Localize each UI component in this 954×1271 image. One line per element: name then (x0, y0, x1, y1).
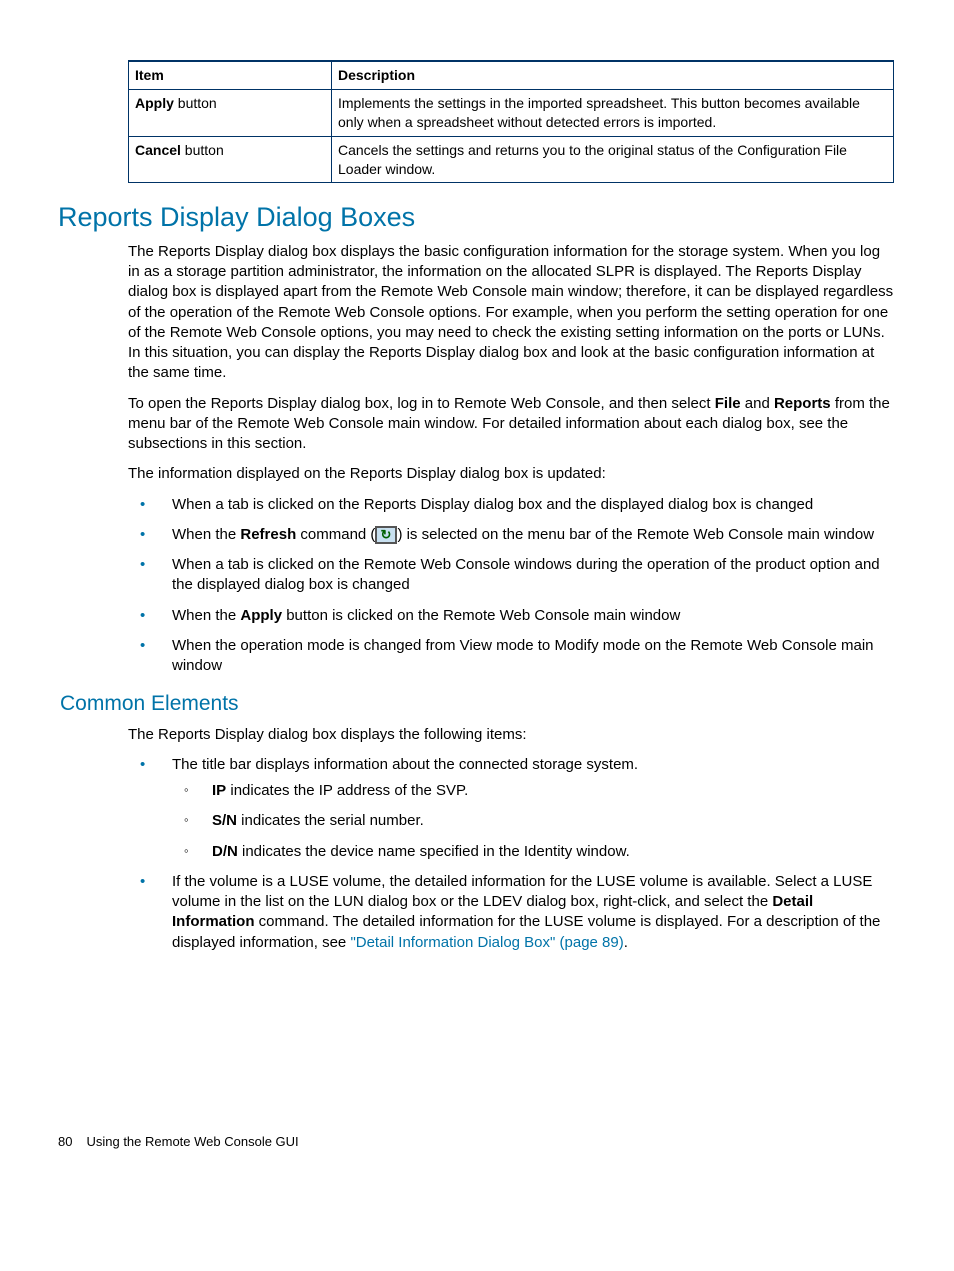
item-name-rest: button (181, 142, 224, 158)
item-desc: Cancels the settings and returns you to … (332, 136, 894, 183)
paragraph: The information displayed on the Reports… (128, 464, 894, 484)
text: If the volume is a LUSE volume, the deta… (172, 873, 872, 910)
text: button is clicked on the Remote Web Cons… (282, 607, 680, 624)
list-item: The title bar displays information about… (128, 755, 894, 862)
bold-text: Reports (774, 395, 831, 412)
subsection-heading: Common Elements (60, 690, 894, 718)
footer-title: Using the Remote Web Console GUI (86, 1134, 298, 1149)
sub-list-item: IP indicates the IP address of the SVP. (172, 781, 894, 801)
list-item: When the Refresh command ( ) is selected … (128, 525, 894, 545)
th-item: Item (129, 61, 332, 89)
bold-text: Refresh (240, 526, 296, 543)
list-item: If the volume is a LUSE volume, the deta… (128, 872, 894, 953)
sub-list-item: S/N indicates the serial number. (172, 811, 894, 831)
list-item: When a tab is clicked on the Remote Web … (128, 555, 894, 596)
cross-reference-link[interactable]: "Detail Information Dialog Box" (page 89… (350, 934, 623, 951)
paragraph: The Reports Display dialog box displays … (128, 242, 894, 384)
text: indicates the IP address of the SVP. (226, 782, 468, 799)
text: . (624, 934, 628, 951)
text: To open the Reports Display dialog box, … (128, 395, 715, 412)
text: indicates the device name specified in t… (238, 843, 630, 860)
item-name-bold: Cancel (135, 142, 181, 158)
bullet-list: The title bar displays information about… (128, 755, 894, 953)
refresh-icon (375, 526, 397, 544)
page-number: 80 (58, 1134, 72, 1149)
list-item: When a tab is clicked on the Reports Dis… (128, 495, 894, 515)
bold-text: S/N (212, 812, 237, 829)
bullet-list: When a tab is clicked on the Reports Dis… (128, 495, 894, 677)
th-description: Description (332, 61, 894, 89)
text: indicates the serial number. (237, 812, 424, 829)
item-name-bold: Apply (135, 95, 174, 111)
bold-text: D/N (212, 843, 238, 860)
list-item: When the operation mode is changed from … (128, 636, 894, 677)
paragraph: To open the Reports Display dialog box, … (128, 394, 894, 455)
sub-list-item: D/N indicates the device name specified … (172, 842, 894, 862)
page-footer: 80 Using the Remote Web Console GUI (58, 1133, 894, 1151)
text: and (741, 395, 774, 412)
text: When the (172, 607, 240, 624)
bold-text: File (715, 395, 741, 412)
item-desc: Implements the settings in the imported … (332, 89, 894, 136)
section-heading: Reports Display Dialog Boxes (58, 199, 894, 235)
text: ) is selected on the menu bar of the Rem… (397, 526, 874, 543)
sub-list: IP indicates the IP address of the SVP. … (172, 781, 894, 862)
text: The title bar displays information about… (172, 756, 638, 773)
text: command ( (296, 526, 375, 543)
bold-text: IP (212, 782, 226, 799)
item-description-table: Item Description Apply button Implements… (128, 60, 894, 183)
text: When the (172, 526, 240, 543)
bold-text: Apply (240, 607, 282, 624)
paragraph: The Reports Display dialog box displays … (128, 725, 894, 745)
table-row: Apply button Implements the settings in … (129, 89, 894, 136)
table-row: Cancel button Cancels the settings and r… (129, 136, 894, 183)
item-name-rest: button (174, 95, 217, 111)
list-item: When the Apply button is clicked on the … (128, 606, 894, 626)
